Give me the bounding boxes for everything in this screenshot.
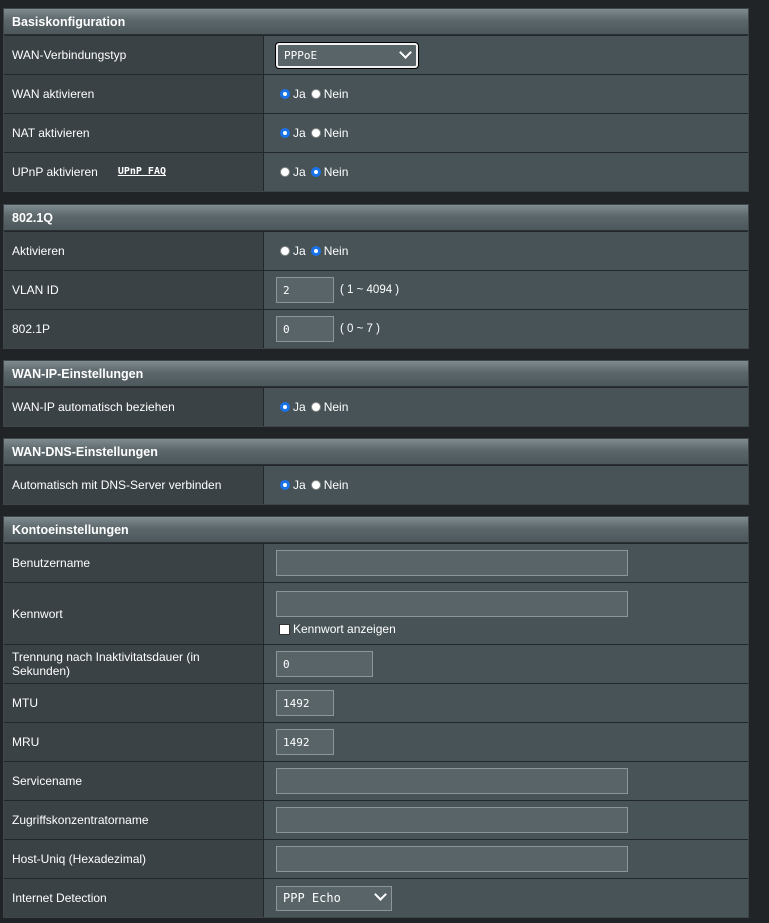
idle-timeout-input[interactable]: 0 <box>276 651 373 677</box>
wan-enable-yes-radio[interactable] <box>280 89 290 99</box>
chevron-down-icon <box>374 887 387 901</box>
nat-enable-no-radio[interactable] <box>310 128 321 138</box>
internet-detection-select[interactable]: PPP Echo <box>276 885 392 911</box>
upnp-enable-yes-label: Ja <box>293 165 306 179</box>
wan-dns-auto-no-label: Nein <box>323 478 349 492</box>
upnp-enable-row: UPnP aktivieren UPnP FAQ Ja Nein <box>4 152 748 191</box>
wan-ip-auto-yes-radio[interactable] <box>280 402 290 412</box>
vlan-id-row: VLAN ID 2 ( 1 ~ 4094 ) <box>4 270 748 309</box>
wan-type-select[interactable]: PPPoE <box>276 42 418 68</box>
username-row: Benutzername <box>4 543 748 582</box>
wan-dns-auto-no-radio[interactable] <box>310 480 321 490</box>
show-password-checkbox[interactable] <box>279 623 290 635</box>
internet-detection-row: Internet Detection PPP Echo <box>4 878 748 917</box>
wan-enable-no-label: Nein <box>323 87 349 101</box>
nat-enable-no-label: Nein <box>323 126 349 140</box>
ac-name-label: Zugriffskonzentratorname <box>4 801 264 839</box>
wan-enable-label: WAN aktivieren <box>4 75 264 113</box>
wan-dns-header: WAN-DNS-Einstellungen <box>4 439 748 465</box>
chevron-down-icon <box>399 45 412 59</box>
mru-row: MRU 1492 <box>4 722 748 761</box>
upnp-enable-yes-radio[interactable] <box>280 167 290 177</box>
nat-enable-label: NAT aktivieren <box>4 114 264 152</box>
ac-name-input[interactable] <box>276 807 628 833</box>
wan-enable-row: WAN aktivieren Ja Nein <box>4 74 748 113</box>
idle-timeout-label: Trennung nach Inaktivitatsdauer (in Seku… <box>4 645 264 683</box>
dot1q-enable-no-label: Nein <box>323 244 349 258</box>
username-label: Benutzername <box>4 544 264 582</box>
wan-type-label: WAN-Verbindungstyp <box>4 36 264 74</box>
wan-dns-auto-label: Automatisch mit DNS-Server verbinden <box>4 466 264 504</box>
password-label: Kennwort <box>4 583 264 644</box>
vlan-id-range: ( 1 ~ 4094 ) <box>340 284 400 296</box>
wan-dns-auto-yes-label: Ja <box>293 478 306 492</box>
wan-settings-page: Basiskonfiguration WAN-Verbindungstyp PP… <box>0 0 769 923</box>
wan-ip-auto-yes-label: Ja <box>293 400 306 414</box>
wan-dns-auto-row: Automatisch mit DNS-Server verbinden Ja … <box>4 465 748 504</box>
host-uniq-row: Host-Uniq (Hexadezimal) <box>4 839 748 878</box>
internet-detection-selected: PPP Echo <box>283 891 341 905</box>
wan-type-selected: PPPoE <box>284 48 318 62</box>
wan-type-row: WAN-Verbindungstyp PPPoE <box>4 35 748 74</box>
host-uniq-input[interactable] <box>276 846 628 872</box>
account-header: Kontoeinstellungen <box>4 517 748 543</box>
upnp-enable-no-radio[interactable] <box>310 167 321 177</box>
service-name-label: Servicename <box>4 762 264 800</box>
upnp-enable-label: UPnP aktivieren <box>12 165 98 179</box>
dot1q-enable-label: Aktivieren <box>4 232 264 270</box>
dot1q-header: 802.1Q <box>4 205 748 231</box>
service-name-input[interactable] <box>276 768 628 794</box>
basic-config-header: Basiskonfiguration <box>4 9 748 35</box>
mru-label: MRU <box>4 723 264 761</box>
dot1q-enable-yes-label: Ja <box>293 244 306 258</box>
service-name-row: Servicename <box>4 761 748 800</box>
nat-enable-row: NAT aktivieren Ja Nein <box>4 113 748 152</box>
mru-input[interactable]: 1492 <box>276 729 334 755</box>
password-input[interactable] <box>276 591 628 617</box>
vlan-id-input[interactable]: 2 <box>276 277 334 303</box>
vlan-id-label: VLAN ID <box>4 271 264 309</box>
wan-ip-auto-no-label: Nein <box>323 400 349 414</box>
show-password-label: Kennwort anzeigen <box>293 622 396 636</box>
wan-ip-auto-row: WAN-IP automatisch beziehen Ja Nein <box>4 387 748 426</box>
mtu-row: MTU 1492 <box>4 683 748 722</box>
dot1q-section: 802.1Q Aktivieren Ja Nein VLAN ID 2 ( 1 … <box>3 204 749 349</box>
wan-ip-auto-no-radio[interactable] <box>310 402 321 412</box>
upnp-enable-label-cell: UPnP aktivieren UPnP FAQ <box>4 153 264 191</box>
basic-config-section: Basiskonfiguration WAN-Verbindungstyp PP… <box>3 8 749 192</box>
wan-ip-section: WAN-IP-Einstellungen WAN-IP automatisch … <box>3 360 749 427</box>
dot1p-row: 802.1P 0 ( 0 ~ 7 ) <box>4 309 748 348</box>
mtu-label: MTU <box>4 684 264 722</box>
wan-enable-no-radio[interactable] <box>310 89 321 99</box>
nat-enable-yes-radio[interactable] <box>280 128 290 138</box>
wan-dns-section: WAN-DNS-Einstellungen Automatisch mit DN… <box>3 438 749 505</box>
dot1q-enable-row: Aktivieren Ja Nein <box>4 231 748 270</box>
host-uniq-label: Host-Uniq (Hexadezimal) <box>4 840 264 878</box>
wan-dns-auto-yes-radio[interactable] <box>280 480 290 490</box>
mtu-input[interactable]: 1492 <box>276 690 334 716</box>
idle-timeout-row: Trennung nach Inaktivitatsdauer (in Seku… <box>4 644 748 683</box>
wan-ip-header: WAN-IP-Einstellungen <box>4 361 748 387</box>
dot1q-enable-no-radio[interactable] <box>310 246 321 256</box>
account-section: Kontoeinstellungen Benutzername Kennwort… <box>3 516 749 918</box>
ac-name-row: Zugriffskonzentratorname <box>4 800 748 839</box>
upnp-enable-no-label: Nein <box>323 165 349 179</box>
internet-detection-label: Internet Detection <box>4 879 264 917</box>
password-row: Kennwort Kennwort anzeigen <box>4 582 748 644</box>
wan-ip-auto-label: WAN-IP automatisch beziehen <box>4 388 264 426</box>
dot1p-range: ( 0 ~ 7 ) <box>340 323 380 335</box>
upnp-faq-link[interactable]: UPnP FAQ <box>118 165 166 179</box>
dot1q-enable-yes-radio[interactable] <box>280 246 290 256</box>
dot1p-input[interactable]: 0 <box>276 316 334 342</box>
dot1p-label: 802.1P <box>4 310 264 348</box>
username-input[interactable] <box>276 550 628 576</box>
wan-enable-yes-label: Ja <box>293 87 306 101</box>
nat-enable-yes-label: Ja <box>293 126 306 140</box>
